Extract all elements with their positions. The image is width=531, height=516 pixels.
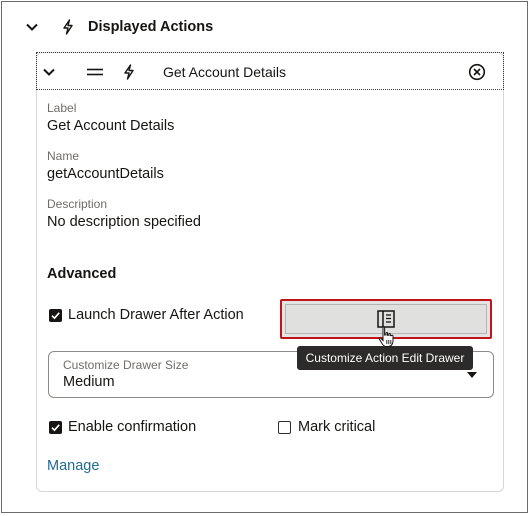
launch-drawer-label[interactable]: Launch Drawer After Action — [68, 307, 244, 323]
close-circle-icon[interactable] — [468, 63, 486, 81]
hand-cursor-icon — [378, 326, 394, 347]
action-card-header[interactable]: Get Account Details — [36, 52, 504, 90]
action-title: Get Account Details — [163, 64, 286, 80]
tooltip: Customize Action Edit Drawer — [297, 346, 473, 370]
lightning-icon — [124, 64, 134, 80]
name-field-value[interactable]: getAccountDetails — [47, 166, 164, 182]
mark-critical-checkbox[interactable] — [278, 421, 291, 434]
advanced-heading: Advanced — [47, 266, 117, 282]
checkmark-icon — [51, 424, 60, 432]
label-field-label: Label — [47, 101, 77, 115]
mark-critical-label[interactable]: Mark critical — [298, 419, 375, 435]
drawer-size-value[interactable]: Medium — [63, 374, 115, 390]
launch-drawer-checkbox[interactable] — [49, 309, 62, 322]
drag-handle-icon[interactable] — [86, 64, 104, 80]
enable-confirmation-label[interactable]: Enable confirmation — [68, 419, 196, 435]
name-field-label: Name — [47, 149, 80, 163]
displayed-actions-header[interactable]: Displayed Actions — [22, 12, 502, 42]
checkmark-icon — [51, 312, 60, 320]
description-field-value[interactable]: No description specified — [47, 214, 201, 230]
drawer-size-label: Customize Drawer Size — [63, 358, 189, 372]
description-field-label: Description — [47, 197, 108, 211]
manage-link[interactable]: Manage — [47, 458, 99, 474]
label-field-value[interactable]: Get Account Details — [47, 118, 174, 134]
section-title: Displayed Actions — [88, 19, 214, 35]
chevron-down-icon[interactable] — [41, 64, 57, 80]
caret-down-icon[interactable] — [467, 372, 477, 378]
enable-confirmation-checkbox[interactable] — [49, 421, 62, 434]
chevron-down-icon[interactable] — [24, 19, 40, 35]
lightning-icon — [63, 19, 73, 35]
